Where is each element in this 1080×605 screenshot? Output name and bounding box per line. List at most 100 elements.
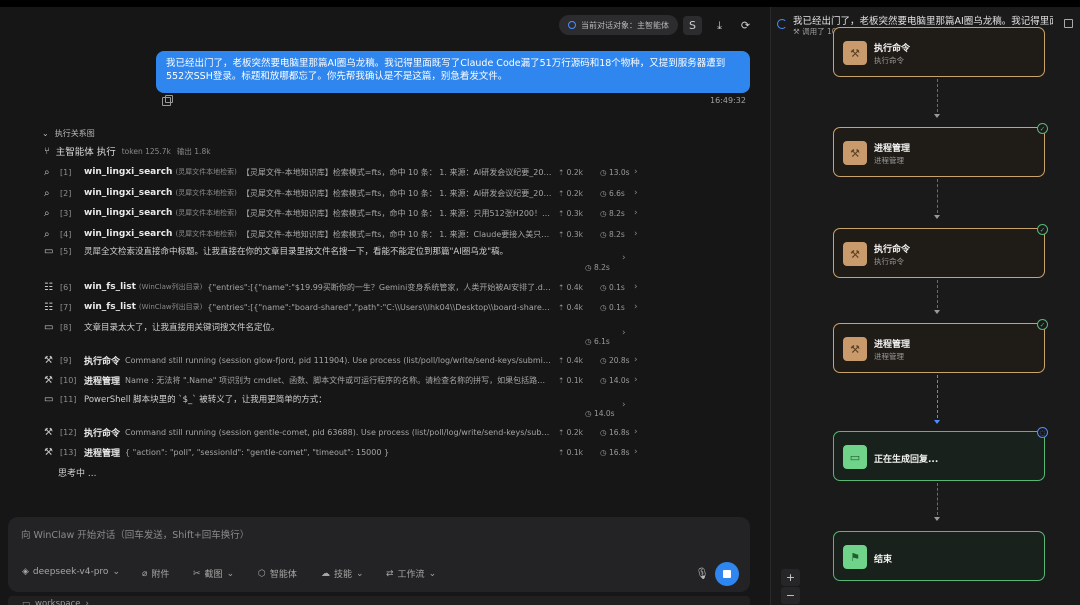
s-button[interactable]: S — [683, 16, 702, 35]
flow-node-exec[interactable]: ✓ ⚒ 执行命令 执行命令 — [833, 224, 1048, 278]
chevron-right-icon[interactable]: › — [634, 167, 644, 177]
search-icon: ⌕ — [44, 228, 50, 240]
flow-node-process[interactable]: ✓ ⚒ 进程管理 进程管理 — [833, 319, 1048, 373]
step-tokens-value: 0.2k — [566, 427, 583, 437]
step-row[interactable]: ⌕ [1] win_lingxi_search (灵犀文件本地检索) 【灵犀文件… — [44, 163, 644, 181]
step-text: 【灵犀文件-本地知识库】检索模式=fts，命中 10 条： 1. 来源：AI研发… — [241, 167, 552, 177]
step-row[interactable]: ⚒ [12] 执行命令 Command still running (sessi… — [44, 423, 644, 441]
agent-pill-label: 当前对话对象：主智能体 — [581, 20, 669, 30]
screenshot-button[interactable]: ✂ 截图 ⌄ — [193, 567, 234, 581]
skill-label: 技能 — [334, 570, 353, 580]
node-subtitle: 进程管理 — [874, 352, 904, 361]
flow-node-process[interactable]: ✓ ⚒ 进程管理 进程管理 — [833, 123, 1048, 177]
message-icon: ▭ — [44, 245, 54, 257]
folder-icon: ▭ — [22, 599, 31, 605]
chevron-right-icon[interactable]: › — [634, 447, 644, 457]
message-composer[interactable]: 向 WinClaw 开始对话（回车发送，Shift+回车换行） ◈ deepse… — [8, 517, 750, 592]
thinking-status: 思考中 ... — [58, 469, 97, 479]
cube-icon: ⬡ — [258, 568, 266, 579]
copy-icon[interactable] — [162, 95, 173, 106]
step-index: [7] — [60, 302, 72, 312]
chevron-right-icon[interactable]: › — [634, 427, 644, 437]
flow-connector — [937, 179, 938, 213]
flow-node-end[interactable]: ⚑ 结束 — [833, 531, 1045, 581]
step-row[interactable]: ⌕ [4] win_lingxi_search (灵犀文件本地检索) 【灵犀文件… — [44, 225, 644, 243]
zoom-in-button[interactable]: + — [781, 569, 800, 586]
workspace-label: workspace — [35, 599, 81, 605]
microphone-icon[interactable]: 🎙 — [695, 567, 709, 580]
model-select[interactable]: ◈ deepseek-v4-pro ⌄ — [22, 567, 120, 577]
step-tool: 执行命令 — [84, 356, 121, 367]
node-title: 进程管理 — [874, 144, 911, 154]
current-agent-pill[interactable]: 当前对话对象：主智能体 — [559, 15, 678, 35]
zoom-out-button[interactable]: − — [781, 587, 800, 604]
chevron-right-icon[interactable]: › — [634, 375, 644, 385]
refresh-icon[interactable]: ⟳ — [736, 16, 755, 35]
attach-button[interactable]: ⌀ 附件 — [142, 567, 170, 581]
chevron-right-icon[interactable]: › — [622, 328, 626, 338]
chevron-right-icon[interactable]: › — [622, 253, 626, 263]
message-text: PowerShell 脚本块里的 `$_` 被转义了，让我用更简单的方式： — [84, 395, 327, 405]
step-index: [12] — [60, 427, 77, 437]
composer-input[interactable]: 向 WinClaw 开始对话（回车发送，Shift+回车换行） — [21, 527, 249, 541]
node-subtitle: 执行命令 — [874, 56, 904, 65]
stop-button[interactable] — [715, 562, 739, 586]
token-count: token 125.7k — [121, 146, 171, 156]
step-tool: win_fs_list — [84, 302, 136, 312]
chevron-down-icon: ⌄ — [428, 568, 437, 579]
step-row[interactable]: ⚒ [10] 进程管理 Name : 无法将 ".Name" 项识别为 cmdl… — [44, 371, 644, 389]
flow-node-generating[interactable]: ◌ ▭ 正在生成回复... — [833, 427, 1048, 481]
arrow-down-icon — [934, 517, 940, 521]
workspace-bar[interactable]: ▭ workspace › — [8, 596, 750, 605]
flag-icon: ⚑ — [843, 545, 867, 569]
agent-label: 智能体 — [269, 570, 297, 580]
step-index: [3] — [60, 208, 72, 218]
message-duration-value: 8.2s — [593, 263, 610, 272]
step-tokens-value: 0.4k — [566, 355, 583, 365]
chevron-right-icon[interactable]: › — [634, 282, 644, 292]
step-row[interactable]: ⚒ [13] 进程管理 { "action": "poll", "session… — [44, 443, 644, 461]
node-title: 结束 — [874, 555, 893, 565]
save-icon[interactable] — [1064, 19, 1073, 28]
step-tool: win_fs_list — [84, 282, 136, 292]
message-index: [8] — [60, 322, 72, 332]
agent-button[interactable]: ⬡ 智能体 — [258, 567, 297, 581]
chevron-right-icon[interactable]: › — [622, 400, 626, 410]
message-index: [11] — [60, 394, 77, 404]
step-duration: ◷ 20.8s — [600, 355, 630, 365]
message-icon: ▭ — [44, 393, 54, 405]
attach-label: 附件 — [151, 570, 170, 580]
step-index: [10] — [60, 375, 77, 385]
chevron-right-icon[interactable]: › — [634, 355, 644, 365]
output-count: 输出 1.8k — [176, 146, 211, 156]
message-duration: ◷ 14.0s — [585, 409, 615, 418]
wrench-icon: ⚒ — [44, 354, 53, 366]
chevron-down-icon: ⌄ — [356, 568, 364, 579]
loading-spinner-icon — [777, 19, 787, 29]
relation-header[interactable]: ⌄ 执行关系图 — [42, 128, 95, 139]
step-tokens-value: 0.4k — [566, 302, 583, 312]
s-button-label: S — [689, 19, 696, 32]
download-icon[interactable]: ⤓ — [710, 16, 729, 35]
step-text: Command still running (session gentle-co… — [125, 427, 552, 437]
step-row[interactable]: ⌕ [2] win_lingxi_search (灵犀文件本地检索) 【灵犀文件… — [44, 184, 644, 202]
skill-button[interactable]: ☁ 技能 ⌄ — [321, 567, 364, 581]
step-row[interactable]: ☷ [7] win_fs_list (WinClaw列出目录) {"entrie… — [44, 298, 644, 316]
step-row[interactable]: ⌕ [3] win_lingxi_search (灵犀文件本地检索) 【灵犀文件… — [44, 204, 644, 222]
step-duration: ◷ 8.2s — [600, 229, 625, 239]
step-tokens: ⇡ 0.4k — [558, 282, 583, 292]
step-index: [13] — [60, 447, 77, 457]
step-row[interactable]: ⚒ [9] 执行命令 Command still running (sessio… — [44, 351, 644, 369]
workflow-button[interactable]: ⇄ 工作流 ⌄ — [386, 567, 437, 581]
step-source: (WinClaw列出目录) — [138, 283, 203, 291]
spinner-icon: ◌ — [1037, 427, 1048, 438]
chevron-right-icon[interactable]: › — [634, 302, 644, 312]
step-row[interactable]: ☷ [6] win_fs_list (WinClaw列出目录) {"entrie… — [44, 278, 644, 296]
chevron-right-icon[interactable]: › — [634, 188, 644, 198]
flow-node-exec[interactable]: ⚒ 执行命令 执行命令 — [833, 27, 1045, 77]
chevron-right-icon[interactable]: › — [634, 229, 644, 239]
chevron-right-icon[interactable]: › — [634, 208, 644, 218]
workflow-label: 工作流 — [397, 570, 425, 580]
hammer-icon: ⚒ — [843, 337, 867, 361]
hammer-icon: ⚒ — [843, 242, 867, 266]
